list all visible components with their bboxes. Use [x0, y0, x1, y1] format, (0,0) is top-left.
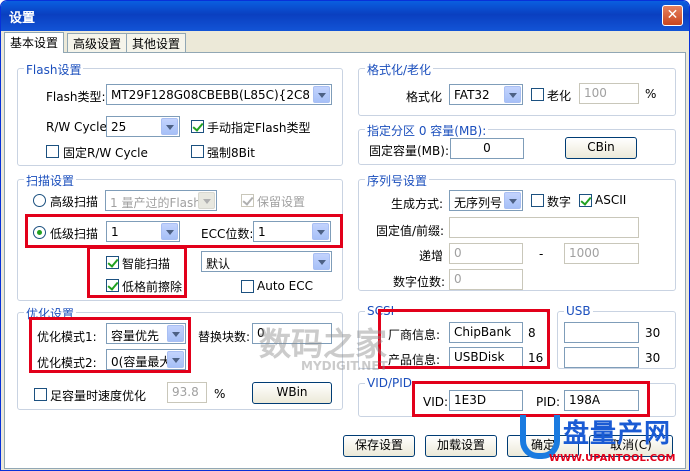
aging-label: 老化: [547, 89, 572, 103]
rw-cycle-label: R/W Cycle:: [46, 120, 111, 134]
fixed-capacity-label: 固定容量(MB):: [369, 144, 449, 158]
filesystem-value: FAT32: [454, 88, 490, 102]
manual-flash-type-label: 手动指定Flash类型: [207, 121, 311, 135]
serial-mode-select[interactable]: 无序列号: [449, 190, 523, 211]
serial-ascii-label: ASCII: [595, 193, 627, 207]
tab-other-settings[interactable]: 其他设置: [126, 33, 187, 52]
usb-product-length: 30: [645, 351, 661, 365]
tab-advanced-settings[interactable]: 高级设置: [67, 33, 128, 52]
partition-group-label: 指定分区 0 容量(MB):: [365, 122, 489, 139]
format-label: 格式化: [406, 90, 443, 104]
auto-ecc-checkbox[interactable]: [241, 280, 254, 293]
chevron-down-icon: [504, 86, 521, 103]
full-speed-percent-sign: %: [214, 387, 226, 401]
highlight-optimize-modes: [29, 317, 191, 373]
serial-increment-label: 递增: [419, 249, 444, 263]
save-settings-button[interactable]: 保存设置: [343, 435, 415, 457]
fixed-rw-cycle-label: 固定R/W Cycle: [63, 146, 148, 160]
full-speed-optimize-checkbox[interactable]: [34, 388, 47, 401]
tab-basic-settings[interactable]: 基本设置: [4, 32, 65, 53]
high-scan-value: 1 量产过的Flash: [110, 196, 201, 210]
wbin-button[interactable]: WBin: [252, 382, 332, 404]
keep-settings-label: 保留设置: [257, 195, 306, 209]
auto-ecc-label: Auto ECC: [257, 279, 314, 293]
high-scan-select[interactable]: 1 量产过的Flash: [105, 190, 217, 211]
force-8bit-checkbox[interactable]: [191, 145, 204, 158]
scan-group-label: 扫描设置: [24, 172, 77, 189]
highlight-smart-scan: [87, 246, 187, 298]
watermark-sub: MYDIGIT.NET: [301, 359, 388, 373]
serial-mode-label: 生成方式:: [391, 197, 444, 211]
flash-type-label: Flash类型:: [46, 90, 106, 104]
serial-group-label: 序列号设置: [365, 172, 430, 189]
flash-type-select[interactable]: MT29F128G08CBEBB(L85C){2C84643CA9: [106, 84, 332, 105]
keep-settings-checkbox[interactable]: [241, 194, 254, 207]
title-bar: 设置 ✕: [1, 1, 689, 31]
replace-blocks-label: 替换块数:: [198, 330, 251, 344]
rw-cycle-select[interactable]: 25: [106, 116, 180, 137]
aging-percent-sign: %: [645, 87, 657, 101]
fixed-rw-cycle-checkbox[interactable]: [46, 145, 59, 158]
window-title: 设置: [9, 11, 36, 26]
brand-logo-text: 盘量产网: [563, 419, 672, 449]
filesystem-select[interactable]: FAT32: [449, 84, 523, 105]
serial-ascii-checkbox[interactable]: [579, 194, 592, 207]
chevron-down-icon: [504, 192, 521, 209]
high-scan-radio[interactable]: [33, 194, 46, 207]
cbin-button[interactable]: CBin: [565, 137, 637, 159]
manual-flash-type-checkbox[interactable]: [191, 120, 204, 133]
chevron-down-icon: [313, 86, 330, 103]
usb-vendor-input[interactable]: [564, 322, 639, 343]
force-8bit-label: 强制8Bit: [207, 146, 255, 160]
chevron-down-icon: [198, 192, 215, 209]
flash-type-value: MT29F128G08CBEBB(L85C){2C84643CA9: [111, 88, 309, 102]
chevron-down-icon: [161, 118, 178, 135]
serial-prefix-input[interactable]: [449, 217, 639, 238]
serial-digits-input[interactable]: 0: [449, 269, 523, 290]
format-group-label: 格式化/老化: [365, 61, 434, 78]
vidpid-group-label: VID/PID: [365, 376, 415, 390]
aging-percent-input[interactable]: 100: [579, 83, 639, 104]
settings-window: 设置 ✕ 基本设置 高级设置 其他设置 Flash设置 Flash类型: MT2…: [0, 0, 690, 471]
high-scan-label: 高级扫描: [50, 195, 99, 209]
load-settings-button[interactable]: 加载设置: [425, 435, 497, 457]
serial-prefix-label: 固定值/前缀:: [376, 224, 445, 238]
full-speed-optimize-label: 足容量时速度优化: [50, 389, 147, 403]
usb-vendor-length: 30: [645, 326, 661, 340]
serial-increment-to-input[interactable]: 1000: [564, 243, 639, 264]
full-speed-percent-input[interactable]: 93.8: [167, 382, 207, 403]
serial-increment-from-input[interactable]: 0: [449, 243, 523, 264]
highlight-scsi: [378, 309, 550, 369]
chevron-down-icon: [313, 253, 330, 270]
serial-digits-label: 数字位数:: [393, 275, 446, 289]
serial-increment-dash: -: [539, 247, 544, 261]
aging-checkbox[interactable]: [531, 88, 544, 101]
flash-group-label: Flash设置: [24, 61, 84, 78]
usb-group-label: USB: [564, 304, 593, 318]
highlight-low-scan: [25, 214, 343, 248]
brand-url: WWW.UPANTOOL.COM: [549, 453, 676, 464]
rw-cycle-value: 25: [111, 120, 127, 134]
close-button[interactable]: ✕: [662, 5, 683, 26]
serial-digit-label: 数字: [547, 195, 572, 209]
smart-scan-mode-select[interactable]: 默认: [201, 251, 332, 272]
serial-digit-checkbox[interactable]: [531, 194, 544, 207]
smart-scan-mode-value: 默认: [206, 257, 231, 271]
close-icon: ✕: [666, 7, 679, 23]
usb-product-input[interactable]: [564, 347, 639, 368]
highlight-vidpid: [412, 381, 650, 417]
serial-mode-value: 无序列号: [454, 196, 503, 210]
fixed-capacity-input[interactable]: 0: [450, 138, 524, 159]
